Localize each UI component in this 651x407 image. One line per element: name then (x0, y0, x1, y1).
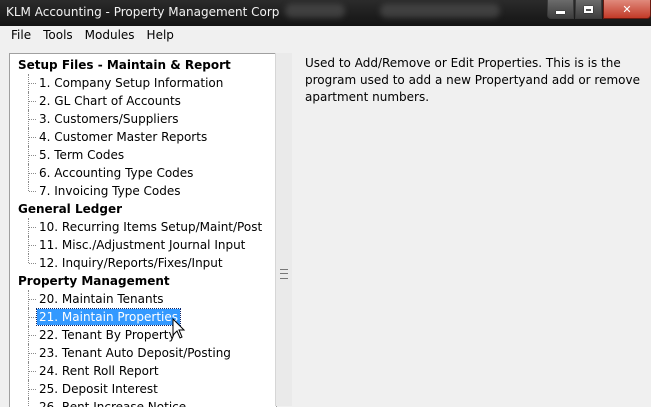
tree-item[interactable]: 3. Customers/Suppliers (10, 110, 276, 128)
tree-item[interactable]: 5. Term Codes (10, 146, 276, 164)
tree-item[interactable]: 4. Customer Master Reports (10, 128, 276, 146)
close-icon: ✕ (622, 2, 632, 16)
title-blur (380, 4, 500, 18)
tree-item-label: 22. Tenant By Property (39, 328, 176, 342)
tree-item-label: 3. Customers/Suppliers (39, 112, 179, 126)
tree-item-label: 6. Accounting Type Codes (39, 166, 194, 180)
tree-item-label: 12. Inquiry/Reports/Fixes/Input (39, 256, 223, 270)
tree-item-label: 5. Term Codes (39, 148, 125, 162)
tree-item[interactable]: 24. Rent Roll Report (10, 362, 276, 380)
minimize-icon (556, 10, 565, 14)
tree-item[interactable]: 1. Company Setup Information (10, 74, 276, 92)
tree-item[interactable]: 7. Invoicing Type Codes (10, 182, 276, 200)
tree-item[interactable]: 23. Tenant Auto Deposit/Posting (10, 344, 276, 362)
program-description: Used to Add/Remove or Edit Properties. T… (305, 56, 640, 104)
tree-item-label: 1. Company Setup Information (39, 76, 224, 90)
mouse-cursor-icon (172, 318, 186, 339)
menu-bar: File Tools Modules Help (0, 26, 651, 44)
title-blur (285, 4, 345, 18)
menu-tools[interactable]: Tools (37, 26, 79, 44)
tree-item-label: 10. Recurring Items Setup/Maint/Post (39, 220, 263, 234)
tree-item-label: 24. Rent Roll Report (39, 364, 159, 378)
menu-help[interactable]: Help (141, 26, 180, 44)
tree-group-setup-files[interactable]: Setup Files - Maintain & Report (10, 56, 276, 74)
tree-item-label: 2. GL Chart of Accounts (39, 94, 181, 108)
menu-file[interactable]: File (0, 26, 37, 44)
title-bar: KLM Accounting - Property Management Cor… (0, 0, 651, 26)
tree-item[interactable]: 6. Accounting Type Codes (10, 164, 276, 182)
menu-modules[interactable]: Modules (79, 26, 141, 44)
splitter-bar[interactable] (275, 53, 292, 406)
tree-item[interactable]: 10. Recurring Items Setup/Maint/Post (10, 218, 276, 236)
tree-item-label: 20. Maintain Tenants (39, 292, 164, 306)
tree-item[interactable]: 25. Deposit Interest (10, 380, 276, 398)
tree-item-label: 25. Deposit Interest (39, 382, 158, 396)
tree-item[interactable]: 11. Misc./Adjustment Journal Input (10, 236, 276, 254)
close-button[interactable]: ✕ (603, 0, 651, 19)
tree-item[interactable]: 2. GL Chart of Accounts (10, 92, 276, 110)
tree-item[interactable]: 22. Tenant By Property (10, 326, 276, 344)
splitter-grip-icon[interactable] (280, 269, 288, 279)
tree-item-label: 11. Misc./Adjustment Journal Input (39, 238, 246, 252)
tree-item-label: 23. Tenant Auto Deposit/Posting (39, 346, 231, 360)
tree-item-label: 7. Invoicing Type Codes (39, 184, 181, 198)
maximize-button[interactable] (575, 0, 602, 19)
minimize-button[interactable] (547, 0, 574, 19)
maximize-icon (584, 5, 593, 13)
tree-item[interactable]: 12. Inquiry/Reports/Fixes/Input (10, 254, 276, 272)
window-controls: ✕ (546, 0, 651, 20)
tree-group-general-ledger[interactable]: General Ledger (10, 200, 276, 218)
tree-item-label: 21. Maintain Properties (35, 308, 182, 326)
tree-item-label: 4. Customer Master Reports (39, 130, 208, 144)
tree-item[interactable]: 20. Maintain Tenants (10, 290, 276, 308)
program-tree[interactable]: Setup Files - Maintain & Report 1. Compa… (9, 53, 277, 407)
tree-group-property-management[interactable]: Property Management (10, 272, 276, 290)
tree-item-selected[interactable]: 21. Maintain Properties (10, 308, 276, 326)
window-title: KLM Accounting - Property Management Cor… (6, 5, 280, 19)
